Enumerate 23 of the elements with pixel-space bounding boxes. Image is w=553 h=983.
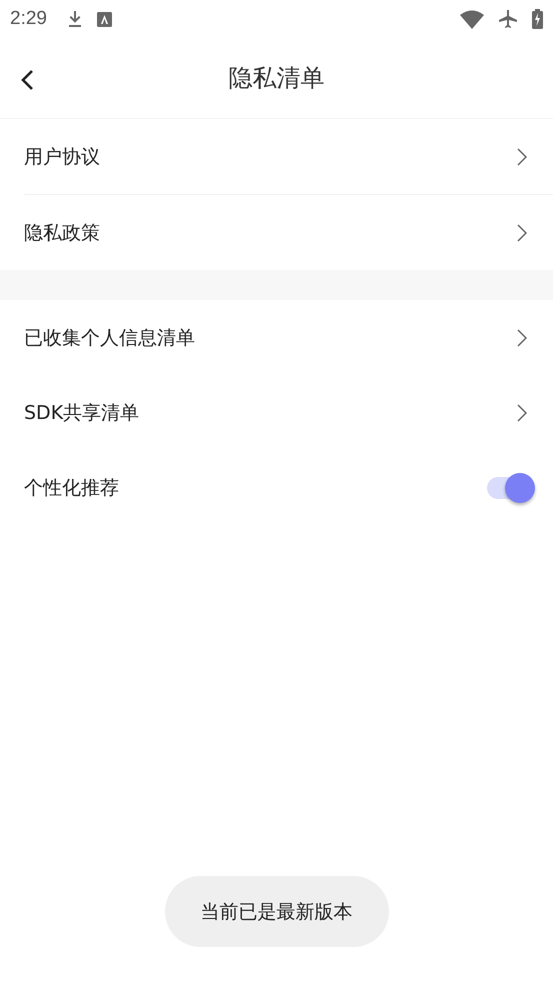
page-title: 隐私清单 bbox=[228, 63, 324, 94]
row-label: 用户协议 bbox=[24, 144, 100, 170]
chevron-right-icon bbox=[517, 404, 527, 422]
row-label: SDK共享清单 bbox=[24, 400, 140, 426]
app-notification-icon bbox=[96, 12, 112, 26]
status-time: 2:29 bbox=[10, 8, 47, 30]
chevron-right-icon bbox=[517, 224, 527, 242]
toast-message: 当前已是最新版本 bbox=[164, 876, 388, 947]
settings-row[interactable]: 已收集个人信息清单 bbox=[0, 300, 553, 375]
wifi-icon bbox=[460, 10, 484, 28]
row-label: 隐私政策 bbox=[24, 220, 100, 246]
row-label: 已收集个人信息清单 bbox=[24, 326, 195, 350]
settings-row[interactable]: 个性化推荐 bbox=[0, 450, 553, 525]
settings-row[interactable]: SDK共享清单 bbox=[0, 375, 553, 450]
chevron-right-icon bbox=[517, 148, 527, 166]
back-icon bbox=[20, 69, 34, 91]
row-label: 个性化推荐 bbox=[24, 476, 119, 500]
chevron-right-icon bbox=[517, 328, 527, 346]
settings-row[interactable]: 隐私政策 bbox=[0, 195, 553, 270]
battery-charging-icon bbox=[532, 9, 543, 29]
airplane-icon bbox=[498, 9, 518, 29]
settings-row[interactable]: 用户协议 bbox=[0, 119, 553, 194]
download-icon bbox=[66, 10, 83, 28]
